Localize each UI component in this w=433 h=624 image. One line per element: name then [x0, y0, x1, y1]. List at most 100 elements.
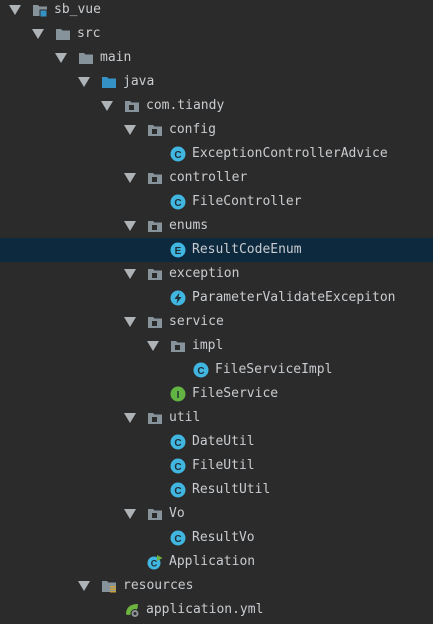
tree-node-fileserviceimpl[interactable]: C FileServiceImpl [0, 358, 433, 382]
expand-arrow-icon[interactable] [123, 406, 137, 430]
tree-node-application[interactable]: C Application [0, 550, 433, 574]
tree-node-label: Vo [169, 506, 185, 521]
svg-text:C: C [174, 438, 181, 449]
tree-node-service[interactable]: service [0, 310, 433, 334]
tree-node-application-yml[interactable]: application.yml [0, 598, 433, 622]
package-icon [147, 314, 163, 330]
tree-node-filecontroller[interactable]: C FileController [0, 190, 433, 214]
class-icon: C [170, 482, 186, 498]
svg-text:C: C [174, 534, 181, 545]
package-icon [147, 410, 163, 426]
tree-node-label: ResultUtil [192, 482, 271, 497]
expand-arrow-icon[interactable] [123, 166, 137, 190]
expand-arrow-icon[interactable] [77, 574, 91, 598]
tree-node-label: FileController [192, 194, 302, 209]
class-icon: C [170, 194, 186, 210]
expand-arrow-icon[interactable] [123, 118, 137, 142]
expand-arrow-icon[interactable] [146, 334, 160, 358]
class-icon: C [170, 146, 186, 162]
tree-node-main[interactable]: main [0, 46, 433, 70]
tree-node-config[interactable]: config [0, 118, 433, 142]
tree-node-label: DateUtil [192, 434, 255, 449]
tree-node-label: java [123, 74, 155, 89]
tree-node-enums[interactable]: enums [0, 214, 433, 238]
tree-node-sb-vue[interactable]: sb_vue [0, 0, 433, 22]
tree-node-label: FileUtil [192, 458, 255, 473]
package-icon [147, 170, 163, 186]
package-icon [147, 122, 163, 138]
tree-node-resultutil[interactable]: C ResultUtil [0, 478, 433, 502]
tree-node-label: enums [169, 218, 209, 233]
tree-node-label: Application [169, 554, 256, 569]
tree-node-fileservice[interactable]: I FileService [0, 382, 433, 406]
expand-arrow-icon[interactable] [31, 22, 45, 46]
expand-arrow-icon[interactable] [123, 310, 137, 334]
tree-node-src[interactable]: src [0, 22, 433, 46]
module-folder-icon [32, 2, 48, 18]
tree-node-label: ResultVo [192, 530, 255, 545]
tree-node-label: util [169, 410, 201, 425]
tree-node-exceptioncontrolleradvice[interactable]: C ExceptionControllerAdvice [0, 142, 433, 166]
interface-icon: I [170, 386, 186, 402]
expand-arrow-icon[interactable] [123, 262, 137, 286]
tree-node-dateutil[interactable]: C DateUtil [0, 430, 433, 454]
tree-node-label: application.yml [146, 602, 264, 617]
spring-boot-app-icon: C [147, 554, 163, 570]
svg-text:C: C [174, 150, 181, 161]
tree-node-label: sb_vue [54, 2, 101, 17]
tree-node-resources[interactable]: resources [0, 574, 433, 598]
tree-node-label: FileServiceImpl [215, 362, 333, 377]
package-icon [147, 266, 163, 282]
tree-node-label: main [100, 50, 132, 65]
tree-node-label: src [77, 26, 101, 41]
tree-node-label: service [169, 314, 224, 329]
svg-text:C: C [197, 366, 204, 377]
class-icon: C [170, 458, 186, 474]
expand-arrow-icon[interactable] [54, 46, 68, 70]
folder-icon [55, 26, 71, 42]
svg-text:C: C [151, 559, 158, 569]
source-root-folder-icon [101, 74, 117, 90]
resources-folder-icon [101, 578, 117, 594]
expand-arrow-icon[interactable] [77, 70, 91, 94]
expand-arrow-icon[interactable] [123, 502, 137, 526]
folder-icon [78, 50, 94, 66]
expand-arrow-icon[interactable] [8, 0, 22, 22]
project-tree: sb_vuesrc main java com.tiandy config C Except… [0, 0, 433, 624]
tree-node-resultvo[interactable]: C ResultVo [0, 526, 433, 550]
spring-config-file-icon [124, 602, 140, 618]
tree-node-controller[interactable]: controller [0, 166, 433, 190]
tree-node-parametervalidateexcepiton[interactable]: ParameterValidateExcepiton [0, 286, 433, 310]
svg-text:C: C [174, 486, 181, 497]
tree-node-label: config [169, 122, 216, 137]
class-icon: C [193, 362, 209, 378]
expand-arrow-icon[interactable] [123, 214, 137, 238]
tree-node-label: ParameterValidateExcepiton [192, 290, 396, 305]
tree-node-resultcodeenum[interactable]: E ResultCodeEnum [0, 238, 433, 262]
tree-node-util[interactable]: util [0, 406, 433, 430]
tree-node-exception[interactable]: exception [0, 262, 433, 286]
expand-arrow-icon[interactable] [100, 94, 114, 118]
package-icon [147, 218, 163, 234]
package-icon [170, 338, 186, 354]
enum-icon: E [170, 242, 186, 258]
tree-node-vo[interactable]: Vo [0, 502, 433, 526]
tree-node-java[interactable]: java [0, 70, 433, 94]
svg-text:E: E [175, 246, 182, 257]
tree-node-label: resources [123, 578, 194, 593]
tree-node-impl[interactable]: impl [0, 334, 433, 358]
tree-node-label: impl [192, 338, 224, 353]
tree-node-com-tiandy[interactable]: com.tiandy [0, 94, 433, 118]
tree-node-label: controller [169, 170, 248, 185]
tree-node-fileutil[interactable]: C FileUtil [0, 454, 433, 478]
